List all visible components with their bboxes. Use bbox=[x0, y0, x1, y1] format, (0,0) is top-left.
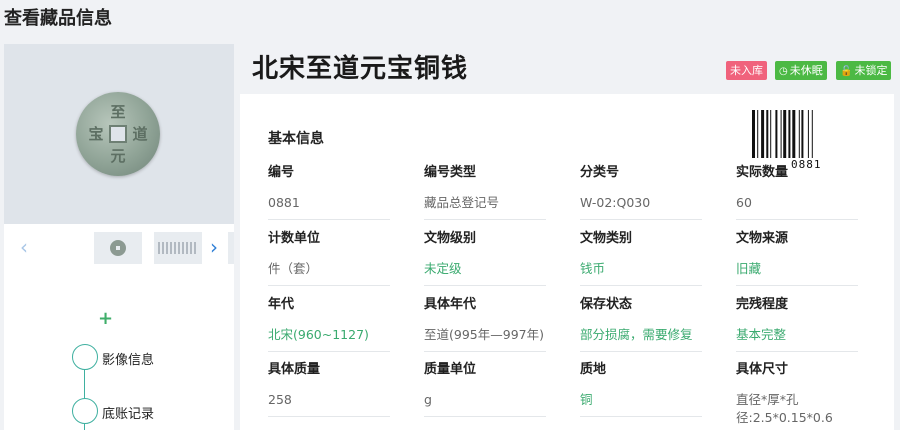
barcode-bar bbox=[801, 110, 804, 158]
field-value: 至道(995年—997年) bbox=[424, 326, 546, 352]
barcode-bar bbox=[770, 110, 772, 158]
field-value: 直径*厚*孔径:2.5*0.15*0.6 bbox=[736, 391, 858, 430]
field-number-type: 编号类型 藏品总登记号 bbox=[424, 164, 546, 220]
main-image[interactable]: 至 道 元 宝 bbox=[4, 44, 234, 224]
barcode-bar bbox=[792, 110, 796, 158]
field-label: 分类号 bbox=[580, 165, 620, 180]
coin-char-bottom: 元 bbox=[110, 147, 126, 165]
timeline-node bbox=[72, 344, 98, 370]
thumbnail-strip: ‹ › bbox=[4, 230, 234, 266]
field-label: 具体年代 bbox=[424, 297, 477, 312]
field-value[interactable]: 北宋(960~1127) bbox=[268, 326, 390, 352]
field-material: 质地 铜 bbox=[580, 361, 702, 417]
storage-status-badge: 未入库 bbox=[726, 61, 767, 80]
lock-status-badge: 🔓 未锁定 bbox=[836, 61, 892, 80]
lock-status-label: 未锁定 bbox=[854, 64, 888, 77]
clock-icon: ◷ bbox=[779, 66, 788, 77]
field-label: 文物来源 bbox=[736, 231, 789, 246]
field-value[interactable]: 部分损腐，需要修复 bbox=[580, 326, 702, 352]
barcode-bar bbox=[807, 110, 809, 158]
field-label: 实际数量 bbox=[736, 165, 789, 180]
field-value: 60 bbox=[736, 194, 858, 220]
field-label: 完残程度 bbox=[736, 297, 789, 312]
field-actual-quantity: 实际数量 60 bbox=[736, 164, 858, 220]
dormant-status-badge: ◷ 未休眠 bbox=[775, 61, 827, 80]
field-preservation-state: 保存状态 部分损腐，需要修复 bbox=[580, 296, 702, 352]
field-label: 文物类别 bbox=[580, 231, 633, 246]
field-value[interactable]: 钱币 bbox=[580, 260, 702, 286]
field-label: 具体质量 bbox=[268, 362, 321, 377]
field-label: 计数单位 bbox=[268, 231, 321, 246]
field-specific-era: 具体年代 至道(995年—997年) bbox=[424, 296, 546, 352]
coin-hole bbox=[109, 125, 127, 143]
barcode-bar bbox=[752, 110, 755, 158]
field-relic-grade: 文物级别 未定级 bbox=[424, 230, 546, 286]
field-label: 质量单位 bbox=[424, 362, 477, 377]
field-label: 编号 bbox=[268, 165, 295, 180]
barcode-bar bbox=[780, 110, 782, 158]
field-value: g bbox=[424, 391, 546, 417]
basic-info-card: 基本信息 0881 编号 0881 编号类型 藏品总登记号 分类号 W-02:Q… bbox=[240, 94, 894, 430]
field-label: 质地 bbox=[580, 362, 607, 377]
field-relic-category: 文物类别 钱币 bbox=[580, 230, 702, 286]
chevron-left-icon[interactable]: ‹ bbox=[16, 234, 32, 260]
field-relic-source: 文物来源 旧藏 bbox=[736, 230, 858, 286]
field-value: W-02:Q030 bbox=[580, 194, 702, 220]
barcode-bar bbox=[766, 110, 769, 158]
barcode-bar bbox=[761, 110, 765, 158]
section-title: 基本信息 bbox=[268, 131, 324, 147]
field-label: 编号类型 bbox=[424, 165, 477, 180]
timeline-node bbox=[72, 398, 98, 424]
barcode-bar bbox=[783, 110, 787, 158]
field-value: 件（套） bbox=[268, 260, 390, 286]
field-label: 具体尺寸 bbox=[736, 362, 789, 377]
field-value: 258 bbox=[268, 391, 390, 417]
field-label: 文物级别 bbox=[424, 231, 477, 246]
lock-icon: 🔓 bbox=[840, 66, 853, 77]
field-era: 年代 北宋(960~1127) bbox=[268, 296, 390, 352]
field-label: 保存状态 bbox=[580, 297, 633, 312]
storage-status-label: 未入库 bbox=[730, 64, 763, 77]
thumbnail-partial[interactable] bbox=[228, 232, 234, 264]
field-mass-unit: 质量单位 g bbox=[424, 361, 546, 417]
field-specific-mass: 具体质量 258 bbox=[268, 361, 390, 417]
field-value[interactable]: 旧藏 bbox=[736, 260, 858, 286]
field-label: 年代 bbox=[268, 297, 295, 312]
barcode-bar bbox=[775, 110, 778, 158]
thumbnail-coin-shape bbox=[110, 240, 126, 256]
dormant-status-label: 未休眠 bbox=[789, 64, 823, 77]
item-title: 北宋至道元宝铜钱 bbox=[252, 54, 469, 84]
field-value[interactable]: 未定级 bbox=[424, 260, 546, 286]
plus-icon[interactable]: + bbox=[98, 310, 113, 328]
field-value[interactable]: 基本完整 bbox=[736, 326, 858, 352]
field-value: 0881 bbox=[268, 194, 390, 220]
field-value[interactable]: 铜 bbox=[580, 391, 702, 417]
barcode-bar bbox=[811, 110, 813, 158]
barcode-bar bbox=[788, 110, 791, 158]
timeline-label: 底账记录 bbox=[102, 407, 155, 422]
barcode-bar bbox=[798, 110, 800, 158]
coin-char-left: 宝 bbox=[88, 125, 104, 143]
chevron-right-icon[interactable]: › bbox=[206, 234, 222, 260]
field-value: 藏品总登记号 bbox=[424, 194, 546, 220]
coin-char-top: 至 bbox=[110, 103, 126, 121]
page-title: 查看藏品信息 bbox=[4, 8, 112, 29]
field-number: 编号 0881 bbox=[268, 164, 390, 220]
thumbnail-coin[interactable] bbox=[94, 232, 142, 264]
coin-char-right: 道 bbox=[132, 125, 148, 143]
field-category-code: 分类号 W-02:Q030 bbox=[580, 164, 702, 220]
field-dimensions: 具体尺寸 直径*厚*孔径:2.5*0.15*0.6 bbox=[736, 361, 858, 430]
left-panel: 至 道 元 宝 ‹ › + 影像信息 底账记录 bbox=[4, 44, 234, 430]
field-completeness: 完残程度 基本完整 bbox=[736, 296, 858, 352]
thumbnail-text-shape bbox=[158, 242, 198, 254]
thumbnail-document[interactable] bbox=[154, 232, 202, 264]
timeline-label: 影像信息 bbox=[102, 353, 155, 368]
barcode-bar bbox=[757, 110, 759, 158]
field-count-unit: 计数单位 件（套） bbox=[268, 230, 390, 286]
barcode bbox=[752, 110, 813, 158]
coin-image: 至 道 元 宝 bbox=[76, 92, 160, 176]
